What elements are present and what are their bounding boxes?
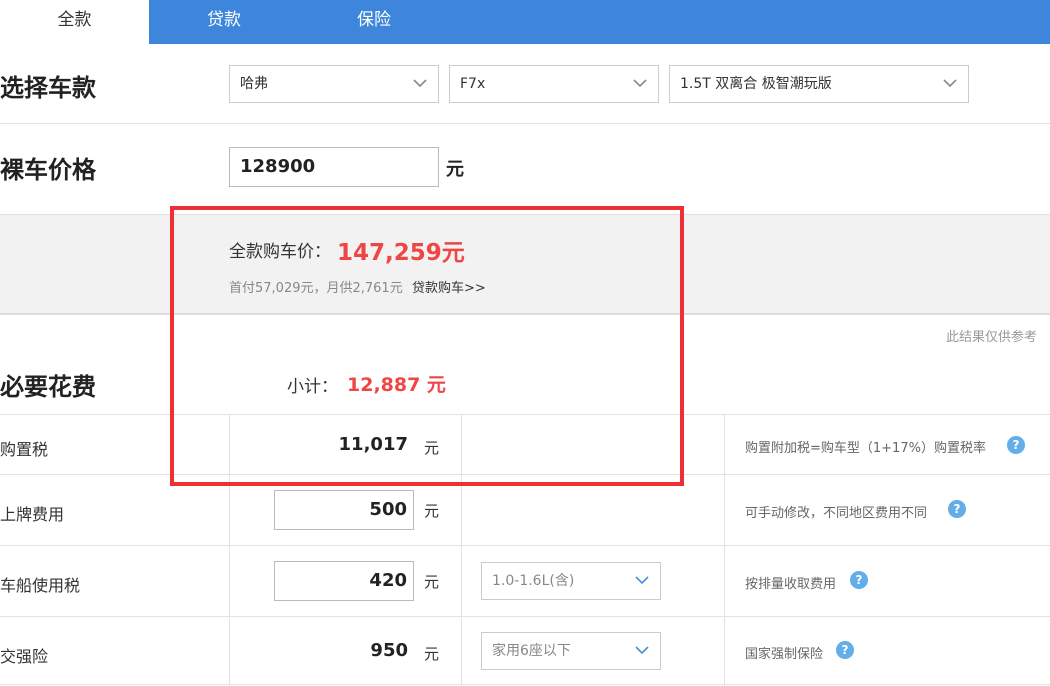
registration-fee-label: 上牌费用 (0, 505, 65, 524)
vehicle-tax-unit: 元 (424, 573, 440, 591)
series-select-value: F7x (460, 76, 486, 92)
question-circle-icon[interactable]: ? (850, 571, 868, 589)
required-costs-heading: 必要花费 (0, 373, 96, 401)
chevron-down-icon (413, 79, 427, 88)
divider (0, 616, 1050, 617)
question-circle-icon[interactable]: ? (1007, 436, 1025, 454)
question-circle-icon[interactable]: ? (836, 641, 854, 659)
brand-select[interactable]: 哈弗 (229, 65, 439, 103)
model-select[interactable]: 1.5T 双离合 极智潮玩版 (669, 65, 969, 103)
chevron-down-icon (943, 79, 957, 88)
chevron-down-icon (633, 79, 647, 88)
divider (0, 684, 1050, 685)
bare-price-heading: 裸车价格 (0, 156, 96, 184)
compulsory-insurance-note: 国家强制保险 (745, 647, 824, 662)
vehicle-tax-label: 车船使用税 (0, 576, 81, 595)
displacement-select[interactable]: 1.0-1.6L(含) (481, 562, 661, 600)
seat-type-select[interactable]: 家用6座以下 (481, 632, 661, 670)
compulsory-insurance-unit: 元 (424, 645, 440, 663)
tab-insurance[interactable]: 保险 (299, 0, 449, 44)
vehicle-tax-note: 按排量收取费用 (745, 577, 837, 592)
column-divider (724, 414, 725, 686)
purchase-tax-label: 购置税 (0, 440, 49, 459)
vehicle-tax-input[interactable]: 420 (274, 561, 414, 601)
bare-price-unit: 元 (446, 159, 464, 180)
purchase-tax-note: 购置附加税=购车型（1+17%）购置税率 (745, 441, 986, 456)
registration-fee-input[interactable]: 500 (274, 490, 414, 530)
series-select[interactable]: F7x (449, 65, 659, 103)
tab-loan[interactable]: 贷款 (149, 0, 299, 44)
chevron-down-icon (635, 576, 649, 585)
registration-fee-note: 可手动修改，不同地区费用不同 (745, 506, 928, 521)
chevron-down-icon (635, 646, 649, 655)
compulsory-insurance-value: 950 (370, 640, 408, 661)
tab-full-payment[interactable]: 全款 (0, 0, 149, 44)
seat-type-select-value: 家用6座以下 (492, 643, 571, 659)
displacement-select-value: 1.0-1.6L(含) (492, 573, 575, 589)
model-select-value: 1.5T 双离合 极智潮玩版 (680, 76, 832, 92)
question-circle-icon[interactable]: ? (948, 500, 966, 518)
registration-fee-unit: 元 (424, 502, 440, 520)
divider (0, 123, 1050, 124)
bare-price-input[interactable]: 128900 (229, 147, 439, 187)
brand-select-value: 哈弗 (240, 76, 268, 92)
disclaimer-text: 此结果仅供参考 (946, 330, 1038, 345)
highlight-annotation-box (170, 206, 684, 486)
select-car-heading: 选择车款 (0, 74, 96, 102)
compulsory-insurance-label: 交强险 (0, 647, 49, 666)
divider (0, 545, 1050, 546)
